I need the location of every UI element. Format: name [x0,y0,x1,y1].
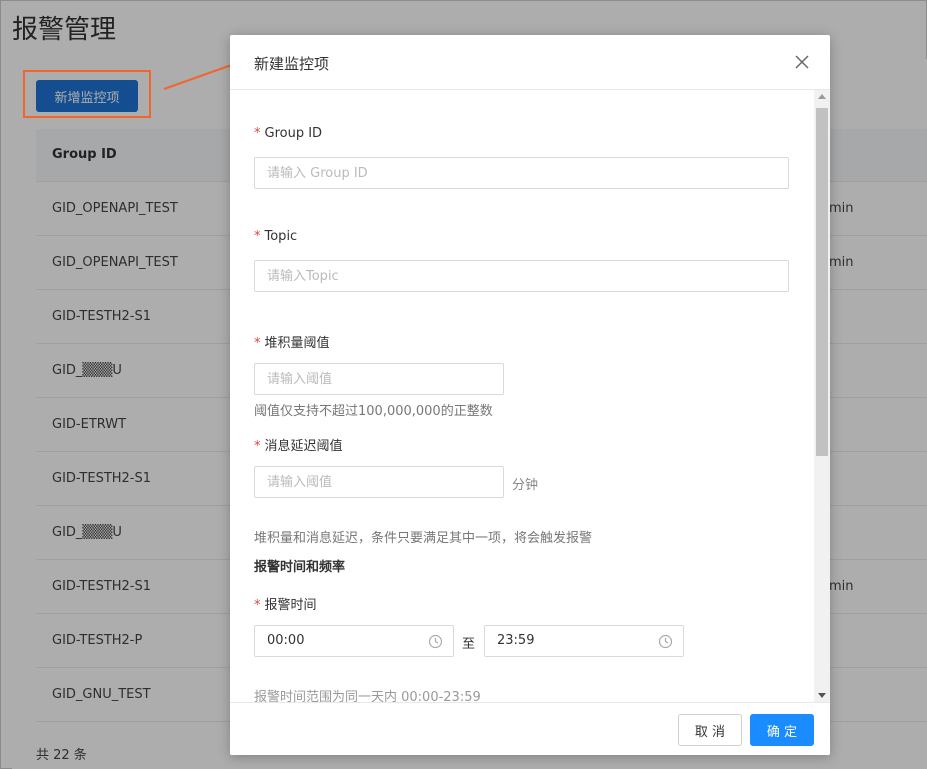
dialog-scrollbar[interactable] [814,90,830,702]
dialog-footer: 取 消 确 定 [230,702,830,755]
required-asterisk: * [254,229,261,244]
backlog-threshold-label: * 堆积量阈值 [254,336,330,351]
cancel-button[interactable]: 取 消 [678,714,742,746]
alarm-time-hint: 报警时间范围为同一天内 00:00-23:59 [254,690,481,702]
delay-threshold-label: * 消息延迟阈值 [254,439,343,454]
end-time-value: 23:59 [497,633,535,648]
scroll-up-arrow-icon[interactable] [818,94,826,99]
condition-hint: 堆积量和消息延迟，条件只要满足其中一项，将会触发报警 [254,531,593,546]
dialog-title: 新建监控项 [254,55,330,73]
scroll-down-arrow-icon[interactable] [818,693,826,698]
required-asterisk: * [254,126,261,141]
required-asterisk: * [254,336,261,351]
close-icon[interactable] [791,51,813,73]
create-monitor-dialog: 新建监控项 *Group ID *Topic *堆积量阈值 阈值仅支持不超过10… [230,35,830,755]
alarm-time-label: * 报警时间 [254,598,317,613]
backlog-threshold-hint: 阈值仅支持不超过100,000,000的正整数 [254,404,493,419]
annotation-highlight-box [23,70,151,118]
schedule-section-title: 报警时间和频率 [254,560,346,575]
group-id-input[interactable] [254,157,789,189]
delay-threshold-input[interactable] [254,466,504,498]
dialog-body: *Group ID *Topic *堆积量阈值 阈值仅支持不超过100,000,… [230,90,830,702]
clock-icon [428,634,443,649]
delay-unit-label: 分钟 [512,478,539,493]
group-id-label: * Group ID [254,126,323,141]
topic-input[interactable] [254,260,789,292]
time-range-separator: 至 [462,637,476,652]
required-asterisk: * [254,439,261,454]
alarm-end-time-picker[interactable]: 23:59 [484,625,684,657]
scrollbar-thumb[interactable] [816,108,828,456]
confirm-button[interactable]: 确 定 [750,714,814,746]
start-time-value: 00:00 [267,633,305,648]
dialog-header: 新建监控项 [230,35,830,90]
required-asterisk: * [254,598,261,613]
clock-icon [658,634,673,649]
backlog-threshold-input[interactable] [254,363,504,395]
topic-label: * Topic [254,229,298,244]
alarm-start-time-picker[interactable]: 00:00 [254,625,454,657]
